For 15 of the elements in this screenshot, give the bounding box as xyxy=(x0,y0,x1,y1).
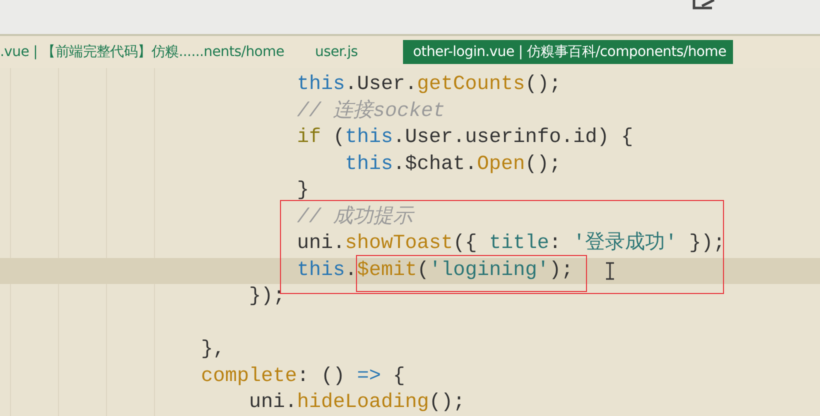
code-line: complete: () => { xyxy=(200,364,406,390)
code-line: } xyxy=(296,178,310,204)
file-tab[interactable]: .vue | 【前端完整代码】仿糗......nents/home xyxy=(0,40,315,64)
code-line: this.User.getCounts(); xyxy=(296,72,562,98)
code-line: // 连接socket xyxy=(296,98,446,124)
code-line: this.$chat.Open(); xyxy=(344,152,562,178)
file-tab[interactable]: other-login.vue | 仿糗事百科/components/home xyxy=(403,40,733,64)
code-line: // 成功提示 xyxy=(296,204,416,230)
code-line: }); xyxy=(248,284,286,310)
code-line: uni.showToast({ title: '登录成功' }); xyxy=(296,231,726,257)
file-tab[interactable]: user.js xyxy=(315,40,403,64)
code-line: uni.hideLoading(); xyxy=(248,390,466,416)
text-cursor-icon xyxy=(605,262,615,280)
code-line: }, xyxy=(200,337,226,363)
code-line: if (this.User.userinfo.id) { xyxy=(296,125,634,151)
